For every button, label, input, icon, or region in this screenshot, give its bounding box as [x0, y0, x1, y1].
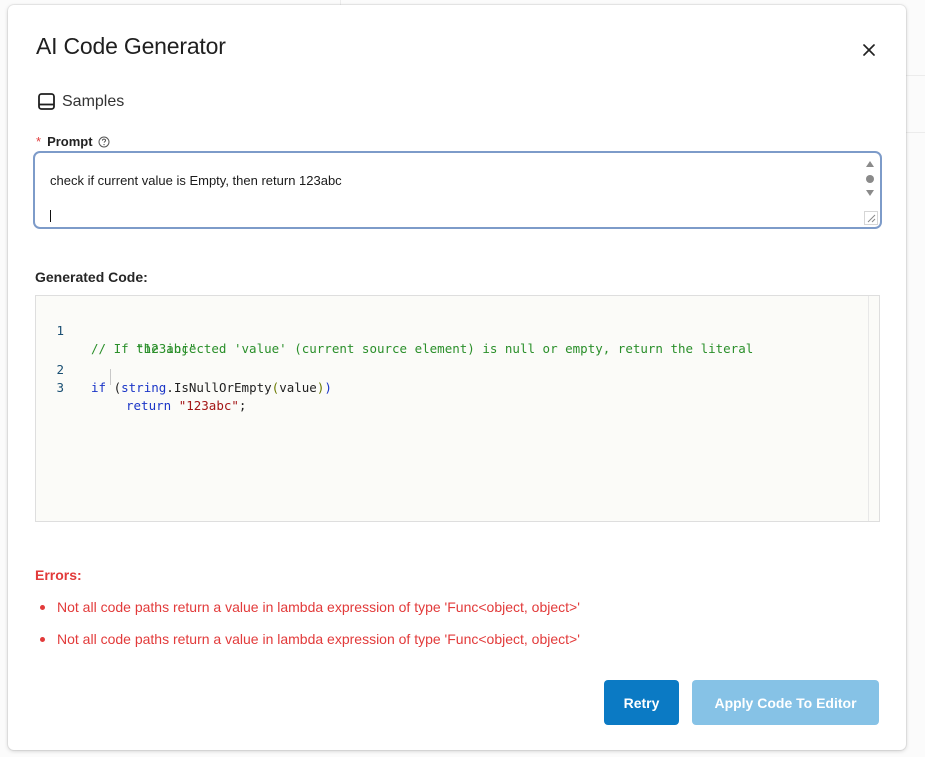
text-caret	[50, 210, 51, 222]
backdrop-divider	[906, 75, 925, 76]
prompt-label: * Prompt	[36, 134, 110, 149]
line-number: 1	[56, 323, 64, 338]
error-bullet	[40, 636, 45, 642]
code-string: "123abc"	[178, 398, 239, 413]
book-icon	[38, 93, 55, 110]
error-item: Not all code paths return a value in lam…	[40, 631, 580, 647]
code-type: string	[121, 380, 167, 395]
code-token: ;	[238, 398, 247, 413]
prompt-value: check if current value is Empty, then re…	[50, 173, 342, 188]
code-content: if (string.IsNullOrEmpty(value))	[91, 379, 332, 397]
close-icon	[863, 44, 875, 56]
code-line-1-wrap: "123abc"	[91, 322, 196, 376]
indent-guide	[110, 369, 111, 385]
code-scrollbar[interactable]	[868, 296, 879, 521]
prompt-textarea[interactable]: check if current value is Empty, then re…	[33, 151, 882, 229]
retry-button[interactable]: Retry	[604, 680, 679, 725]
code-keyword: if	[91, 380, 107, 395]
code-editor[interactable]: 1 // If the injected 'value' (current so…	[35, 295, 880, 522]
ai-code-generator-dialog: AI Code Generator Samples * Prompt check…	[8, 5, 906, 750]
code-paren: )	[324, 380, 332, 395]
error-item: Not all code paths return a value in lam…	[40, 599, 580, 615]
question-circle-icon[interactable]	[98, 136, 110, 148]
code-token: (	[106, 380, 122, 395]
required-mark: *	[36, 134, 42, 149]
code-content: return "123abc";	[126, 397, 246, 415]
close-button[interactable]	[858, 39, 880, 61]
code-token: .	[166, 380, 174, 395]
scroll-up-arrow-icon[interactable]	[866, 161, 874, 167]
prompt-label-text: Prompt	[47, 134, 93, 149]
errors-title: Errors:	[35, 567, 82, 583]
code-line-3: 3 return "123abc";	[36, 361, 246, 433]
code-identifier: value	[279, 380, 317, 395]
samples-label: Samples	[62, 93, 125, 110]
error-bullet	[40, 604, 45, 610]
error-text: Not all code paths return a value in lam…	[57, 631, 580, 647]
code-method: IsNullOrEmpty	[173, 380, 272, 395]
resize-grip-icon[interactable]	[864, 211, 878, 225]
apply-code-button[interactable]: Apply Code To Editor	[692, 680, 879, 725]
line-number: 3	[56, 380, 64, 395]
generated-code-label: Generated Code:	[35, 269, 148, 285]
dialog-title: AI Code Generator	[36, 33, 226, 59]
error-text: Not all code paths return a value in lam…	[57, 599, 580, 615]
scroll-thumb[interactable]	[866, 175, 874, 183]
code-keyword: return	[126, 398, 172, 413]
prompt-scrollbar[interactable]	[863, 158, 877, 202]
samples-link[interactable]: Samples	[37, 91, 124, 113]
backdrop-divider	[906, 132, 925, 133]
scroll-down-arrow-icon[interactable]	[866, 190, 874, 196]
code-comment-continuation: "123abc"	[136, 341, 197, 356]
